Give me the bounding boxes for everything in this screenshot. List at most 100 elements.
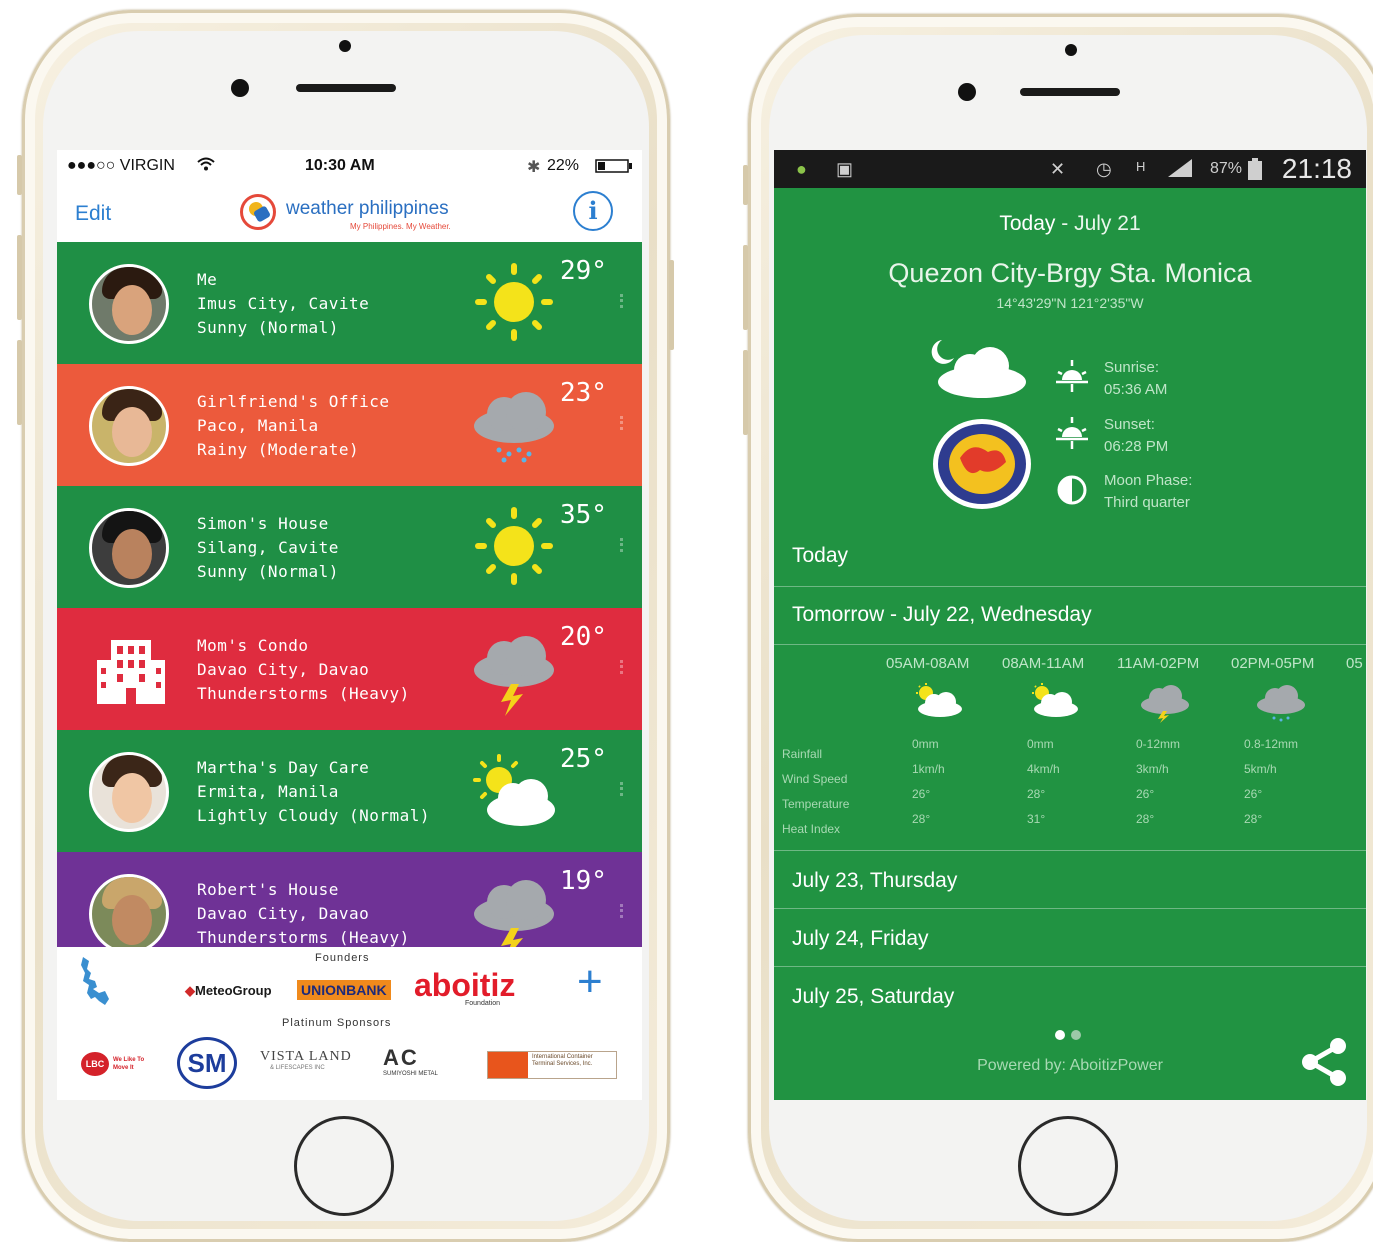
share-icon[interactable] [1298,1036,1350,1088]
thunderstorm-icon [474,636,554,716]
period-label: 11AM-02PM [1117,655,1200,672]
sunrise-label: Sunrise: [1104,359,1160,376]
page-indicator-active[interactable] [1055,1030,1065,1040]
row-handle[interactable] [620,660,626,674]
wind-speed-cell: 4km/h [1027,762,1060,776]
period-label: 02PM-05PM [1231,655,1315,672]
mute-icon: ✕ [1050,159,1066,179]
section-title: Tomorrow - July 22, Wednesday [792,603,1092,626]
meteogroup-logo-text: MeteoGroup [195,983,272,998]
wind-speed-cell: 3km/h [1136,762,1169,776]
section-title: Today [792,544,849,567]
sunrise-info: Sunrise: 05:36 AM [1104,357,1167,401]
temperature-cell: 26° [912,787,931,801]
page-indicator[interactable] [1071,1030,1081,1040]
logo-tagline: My Philippines. My Weather. [350,222,451,231]
left-phone-home-button[interactable] [294,1116,394,1216]
row-label-temperature: Temperature [782,797,850,811]
vista-land-logo[interactable]: VISTA LAND & LIFESCAPES INC [260,1049,360,1083]
section-tomorrow[interactable]: Tomorrow - July 22, Wednesday [774,586,1366,645]
location-name: Simon's House [197,514,329,533]
location-temperature: 20° [560,622,607,652]
android-status-bar: ● ▣ ✕ ◷ H 87% 21:18 [774,150,1366,188]
sm-logo[interactable]: SM [177,1037,237,1089]
add-location-button[interactable]: + [577,957,603,1007]
camera-icon: ▣ [836,159,854,179]
thunderstorm-icon [1141,685,1189,723]
section-title: July 25, Saturday [792,985,955,1008]
vista-land-tagline: & LIFESCAPES INC [270,1065,325,1071]
ac-logo[interactable]: AC SUMIYOSHI METAL [383,1045,463,1085]
philippines-map-icon[interactable] [75,955,117,1007]
hourly-forecast-table[interactable]: 05AM-08AM 08AM-11AM 11AM-02PM 02PM-05PM … [774,644,1366,851]
row-label-heat-index: Heat Index [782,822,841,836]
meteogroup-mark-icon: ◆ [185,983,195,998]
city-seal-icon [933,419,1031,509]
location-name: Robert's House [197,880,339,899]
carrier-label: ●●●○○ VIRGIN [67,157,175,174]
powered-by-label: Powered by: AboitizPower [977,1057,1163,1074]
row-handle[interactable] [620,904,626,918]
avatar [89,752,169,832]
ios-status-bar: ●●●○○ VIRGIN 10:30 AM ✱ 22% [57,150,642,180]
row-handle[interactable] [620,416,626,430]
row-handle[interactable] [620,294,626,308]
rainfall-cell: 0mm [912,737,939,751]
location-row-moms-condo[interactable]: Mom's Condo Davao City, Davao Thundersto… [57,608,642,730]
sunny-icon [475,263,553,341]
sunset-icon [1056,417,1088,449]
left-phone-front-camera [231,79,249,97]
location-row-marthas-day-care[interactable]: Martha's Day Care Ermita, Manila Lightly… [57,730,642,852]
row-label-wind-speed: Wind Speed [782,772,848,786]
location-row-roberts-house[interactable]: Robert's House Davao City, Davao Thunder… [57,852,642,947]
period-label: 05AM-08AM [886,655,970,672]
location-condition: Sunny (Normal) [197,318,339,337]
location-text: Robert's House Davao City, Davao Thunder… [197,878,410,947]
lbc-logo[interactable]: LBC We Like To Move It [81,1052,161,1076]
building-icon [97,640,165,704]
sunset-label: Sunset: [1104,416,1155,433]
right-phone-home-button[interactable] [1018,1116,1118,1216]
location-condition: Thunderstorms (Heavy) [197,684,410,703]
sunny-icon [475,507,553,585]
ictsi-logo-text: International Container Terminal Service… [532,1054,593,1067]
section-july-24[interactable]: July 24, Friday [774,908,1366,967]
location-condition: Rainy (Moderate) [197,440,360,459]
section-today[interactable]: Today [774,530,1366,586]
coordinates: 14°43'29"N 121°2'35"W [996,295,1144,311]
location-list: Me Imus City, Cavite Sunny (Normal) 29° [57,242,642,947]
edit-button[interactable]: Edit [75,202,111,226]
nav-bar: Edit weather philippines My Philippines.… [57,180,642,242]
partly-cloudy-icon [916,683,962,717]
unionbank-logo[interactable]: UNIONBANK [297,980,391,1000]
section-july-25[interactable]: July 25, Saturday [774,966,1366,1011]
left-phone-side-button [669,260,674,350]
rain-cloud-icon [1257,685,1305,722]
info-icon[interactable]: i [573,191,613,231]
lbc-tagline: We Like To Move It [113,1057,145,1071]
meteogroup-logo[interactable]: ◆MeteoGroup [185,983,272,999]
weather-philippines-logo: weather philippines My Philippines. My W… [240,192,470,236]
location-text: Me Imus City, Cavite Sunny (Normal) [197,268,369,340]
period-label: 08AM-11AM [1002,655,1085,672]
location-row-me[interactable]: Me Imus City, Cavite Sunny (Normal) 29° [57,242,642,364]
right-phone-front-camera [958,83,976,101]
ictsi-logo[interactable]: International Container Terminal Service… [487,1051,617,1079]
section-july-23[interactable]: July 23, Thursday [774,850,1366,909]
location-temperature: 35° [560,500,607,530]
aboitiz-logo[interactable]: aboitiz [414,967,515,1004]
location-row-girlfriends-office[interactable]: Girlfriend's Office Paco, Manila Rainy (… [57,364,642,486]
row-handle[interactable] [620,538,626,552]
location-text: Mom's Condo Davao City, Davao Thundersto… [197,634,410,706]
row-handle[interactable] [620,782,626,796]
location-name: Mom's Condo [197,636,309,655]
location-text: Simon's House Silang, Cavite Sunny (Norm… [197,512,339,584]
left-phone-speaker [296,84,396,92]
location-name: Girlfriend's Office [197,392,390,411]
location-text: Martha's Day Care Ermita, Manila Lightly… [197,756,430,828]
right-phone-speaker [1020,88,1120,96]
aboitiz-foundation-label: Foundation [465,1000,501,1007]
location-row-simons-house[interactable]: Simon's House Silang, Cavite Sunny (Norm… [57,486,642,608]
avatar [89,264,169,344]
sunrise-icon [1056,360,1088,392]
